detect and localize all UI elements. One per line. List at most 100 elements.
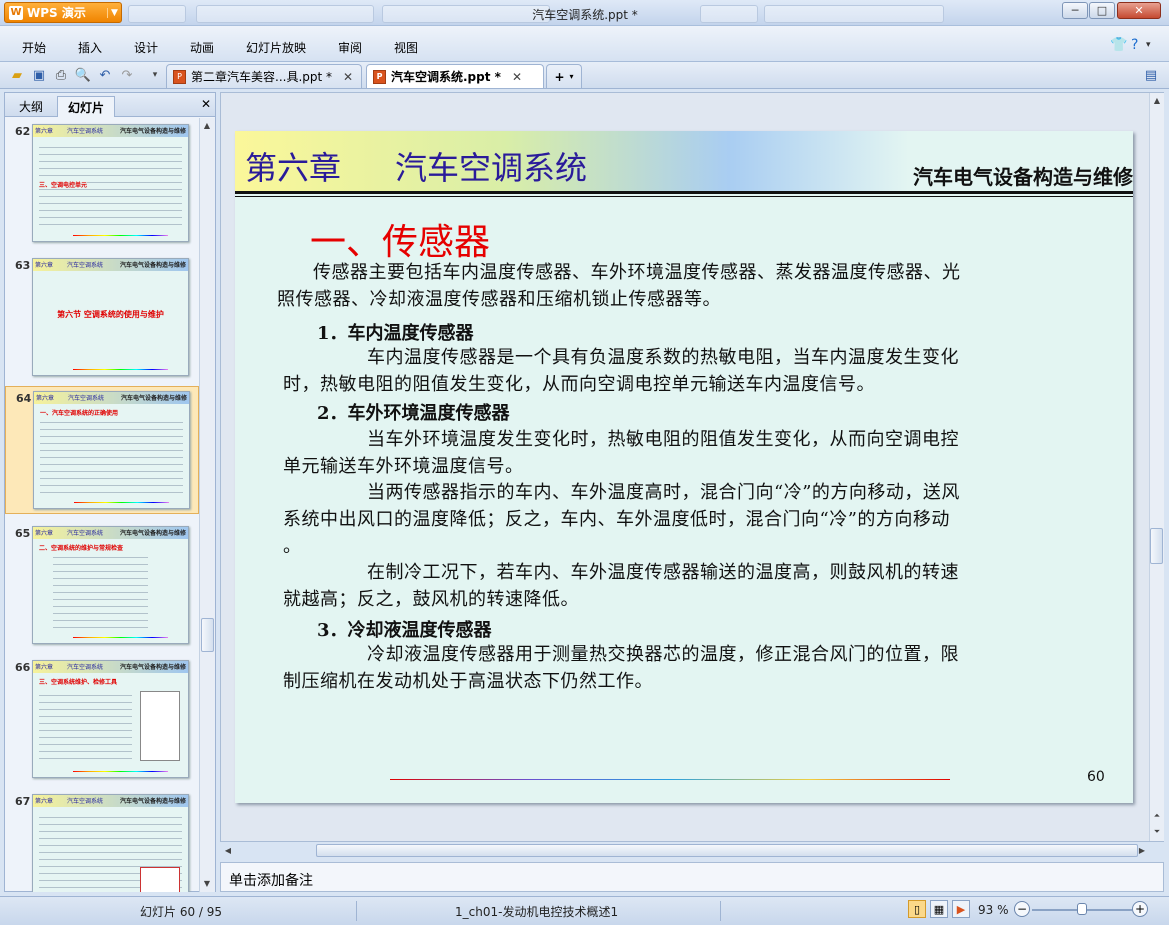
topic-label: 汽车空调系统 (395, 149, 588, 187)
thumbnail-scrollbar[interactable]: ▲ ▼ (199, 118, 215, 892)
footer-rule (390, 779, 950, 780)
scroll-up-icon[interactable]: ▲ (200, 118, 214, 132)
scroll-down-icon[interactable]: ▼ (200, 876, 214, 890)
notes-pane[interactable]: 单击添加备注 (220, 862, 1164, 892)
thumbnail-topic: 汽车空调系统 (67, 530, 104, 537)
menu-start[interactable]: 开始 (22, 39, 46, 56)
intro-line: 传感器主要包括车内温度传感器、车外环境温度传感器、蒸发器温度传感器、光 (313, 262, 961, 283)
new-tab-button[interactable]: + ▾ (546, 64, 582, 88)
section-title[interactable]: 一、传感器 (310, 213, 490, 265)
redo-icon[interactable]: ↷ (118, 66, 136, 84)
editor-horizontal-scrollbar[interactable]: ◀ ▶ (221, 843, 1165, 858)
background-window-tab[interactable] (700, 5, 758, 23)
save-icon[interactable]: ▣ (30, 66, 48, 84)
print-preview-icon[interactable]: 🔍 (74, 66, 92, 84)
maximize-button[interactable]: □ (1089, 2, 1115, 19)
chapter-label: 第六章 (245, 149, 342, 187)
background-window-tab[interactable] (196, 5, 374, 23)
title-bar: W WPS 演示 ▼ 汽车空调系统.ppt * ─ □ ✕ (0, 0, 1169, 26)
thumbnail-slide: 第六章 汽车空调系统 汽车电气设备构造与维修 二、空调系统的维护与常规检查 (32, 526, 189, 644)
tab-slides[interactable]: 幻灯片 (57, 96, 116, 117)
panel-toggle-icon[interactable]: ▤ (1142, 66, 1160, 84)
close-button[interactable]: ✕ (1117, 2, 1161, 19)
app-brand: WPS 演示 (27, 6, 86, 20)
notes-placeholder[interactable]: 单击添加备注 (229, 870, 313, 890)
current-slide[interactable]: 第六章 汽车空调系统 汽车电气设备构造与维修 一、传感器 传感器主要包括车内温度传… (235, 131, 1133, 803)
slides-panel: 大纲 幻灯片 ✕ 62 第六章 汽车空调系统 汽车电气设备构造与维修 三、空调电控单… (4, 92, 216, 892)
slide-thumbnail[interactable]: 62 第六章 汽车空调系统 汽车电气设备构造与维修 三、空调电控单元 (5, 120, 199, 248)
thumbnail-header: 第六章 汽车空调系统 汽车电气设备构造与维修 (33, 527, 188, 539)
slide-thumbnail[interactable]: 67 第六章 汽车空调系统 汽车电气设备构造与维修 (5, 790, 199, 892)
thumbnail-text-lines (53, 553, 148, 631)
print-icon[interactable]: ⎙ (52, 66, 70, 84)
slide-thumbnail[interactable]: 63 第六章 汽车空调系统 汽车电气设备构造与维修 第六节 空调系统的使用与维护 (5, 254, 199, 382)
scroll-thumb[interactable] (1150, 528, 1163, 564)
editor-vertical-scrollbar[interactable]: ▲ ⏶ ⏷ (1149, 93, 1164, 841)
minimize-button[interactable]: ─ (1062, 2, 1088, 19)
slide-thumbnail-selected[interactable]: 64 第六章 汽车空调系统 汽车电气设备构造与维修 一、汽车空调系统的正确使用 (5, 386, 199, 514)
paragraph-line: 车内温度传感器是一个具有负温度系数的热敏电阻，当车内温度发生变化 (367, 347, 959, 368)
chevron-down-icon[interactable]: ▾ (1146, 40, 1151, 50)
slide-chapter-title[interactable]: 第六章 汽车空调系统 (245, 143, 587, 189)
menu-slideshow[interactable]: 幻灯片放映 (246, 39, 306, 56)
thumbnail-topic: 汽车空调系统 (68, 395, 105, 402)
menu-bar: 开始 插入 设计 动画 幻灯片放映 审阅 视图 👕 ? ▾ (0, 26, 1169, 62)
slideshow-button[interactable]: ▶ (952, 900, 970, 918)
thumbnail-title: 第六节 空调系统的使用与维护 (57, 310, 164, 319)
thumbnail-divider (73, 771, 168, 772)
tab-outline[interactable]: 大纲 (9, 96, 53, 117)
zoom-level[interactable]: 93 % (978, 903, 1009, 917)
slide-sorter-button[interactable]: ▦ (930, 900, 948, 918)
chevron-down-icon: ▼ (107, 7, 121, 18)
scroll-down-icon[interactable]: ⏷ (1150, 825, 1164, 839)
scroll-thumb[interactable] (316, 844, 1138, 857)
tab-document-aircon[interactable]: P 汽车空调系统.ppt * ✕ (366, 64, 544, 88)
thumbnail-number: 63 (15, 259, 31, 272)
menu-design[interactable]: 设计 (134, 39, 158, 56)
thumbnail-slide: 第六章 汽车空调系统 汽车电气设备构造与维修 (32, 794, 189, 892)
scroll-right-icon[interactable]: ▶ (1135, 843, 1149, 857)
thumbnail-course: 汽车电气设备构造与维修 (120, 395, 187, 402)
menu-insert[interactable]: 插入 (78, 39, 102, 56)
thumbnail-course: 汽车电气设备构造与维修 (119, 262, 186, 269)
tab-label: 第二章汽车美容...具.ppt * (191, 70, 333, 84)
thumbnail-header: 第六章 汽车空调系统 汽车电气设备构造与维修 (33, 125, 188, 137)
menu-animation[interactable]: 动画 (190, 39, 214, 56)
tab-label: 汽车空调系统.ppt * (391, 70, 501, 84)
skin-shirt-icon[interactable]: 👕 (1110, 37, 1127, 53)
customize-toolbar-icon[interactable]: ▾ (146, 66, 164, 84)
open-folder-icon[interactable]: ▰ (8, 66, 26, 84)
normal-view-button[interactable]: ▯ (908, 900, 926, 918)
tab-document-chapter2[interactable]: P 第二章汽车美容...具.ppt * ✕ (166, 64, 362, 88)
menu-review[interactable]: 审阅 (338, 39, 362, 56)
panel-close-icon[interactable]: ✕ (201, 97, 211, 111)
course-title[interactable]: 汽车电气设备构造与维修 (913, 161, 1133, 190)
scroll-up-icon[interactable]: ⏶ (1150, 809, 1164, 823)
ppt-file-icon: P (173, 69, 186, 84)
chevron-down-icon: ▾ (569, 72, 574, 81)
panel-tabs: 大纲 幻灯片 ✕ (5, 93, 215, 117)
background-window-tab[interactable] (128, 5, 186, 23)
undo-icon[interactable]: ↶ (96, 66, 114, 84)
paragraph-line: 单元输送车外环境温度信号。 (283, 456, 524, 477)
thumbnail-slide: 第六章 汽车空调系统 汽车电气设备构造与维修 第六节 空调系统的使用与维护 (32, 258, 189, 376)
menu-view[interactable]: 视图 (394, 39, 418, 56)
scroll-left-icon[interactable]: ◀ (221, 843, 235, 857)
thumbnail-number: 64 (16, 392, 32, 405)
zoom-in-button[interactable]: + (1132, 901, 1148, 917)
zoom-slider-handle[interactable] (1077, 903, 1087, 915)
thumbnail-topic: 汽车空调系统 (67, 664, 104, 671)
template-name: 1_ch01-发动机电控技术概述1 (455, 905, 619, 919)
tab-close-icon[interactable]: ✕ (343, 70, 353, 84)
background-window-tab[interactable] (764, 5, 944, 23)
wps-menu-button[interactable]: W WPS 演示 ▼ (4, 2, 122, 23)
thumbnail-header: 第六章 汽车空调系统 汽车电气设备构造与维修 (33, 661, 188, 673)
tab-close-icon[interactable]: ✕ (512, 70, 522, 84)
scroll-thumb[interactable] (201, 618, 214, 652)
slide-thumbnail[interactable]: 66 第六章 汽车空调系统 汽车电气设备构造与维修 三、空调系统维护、检修工具 (5, 656, 199, 784)
paragraph-line: 制压缩机在发动机处于高温状态下仍然工作。 (283, 671, 653, 692)
scroll-up-icon[interactable]: ▲ (1150, 93, 1164, 107)
zoom-out-button[interactable]: − (1014, 901, 1030, 917)
slide-thumbnail[interactable]: 65 第六章 汽车空调系统 汽车电气设备构造与维修 二、空调系统的维护与常规检查 (5, 522, 199, 650)
help-icon[interactable]: ? (1131, 37, 1138, 53)
